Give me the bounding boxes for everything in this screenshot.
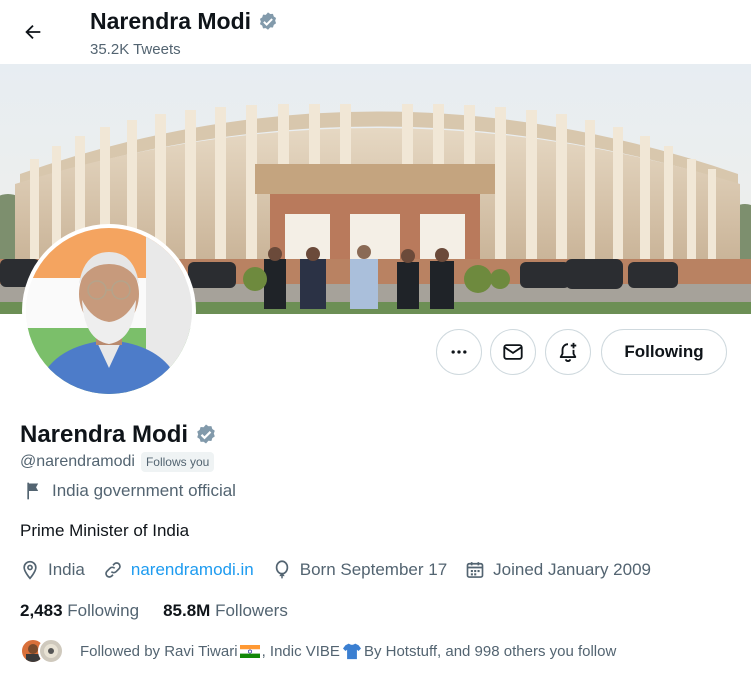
calendar-icon <box>466 562 484 578</box>
followers-count: 85.8M <box>163 601 211 620</box>
envelope-icon <box>503 344 523 360</box>
joined-text: Joined January 2009 <box>493 560 651 579</box>
header-name: Narendra Modi <box>90 8 252 34</box>
message-button[interactable] <box>490 329 536 375</box>
back-button[interactable] <box>14 13 52 51</box>
profile-bio: Prime Minister of India <box>20 521 190 540</box>
following-button[interactable]: Following <box>601 329 727 375</box>
profile-handle: @narendramodi <box>20 453 135 470</box>
profile-name-row: Narendra Modi <box>20 421 218 449</box>
affiliation-label[interactable]: India government official <box>24 481 236 501</box>
followers-you-know-avatars <box>20 638 68 664</box>
header-name-row: Narendra Modi <box>90 8 279 35</box>
followed-by-text-end: By Hotstuff, and 998 others you follow <box>363 642 617 660</box>
location-pin-icon <box>23 560 37 580</box>
followers-stat[interactable]: 85.8M Followers <box>163 601 288 621</box>
following-stat[interactable]: 2,483 Following <box>20 601 139 621</box>
more-dots-icon <box>451 350 467 354</box>
birthday-text: Born September 17 <box>299 560 448 579</box>
arrow-left-icon <box>25 24 41 40</box>
header-tweet-count: 35.2K Tweets <box>90 41 181 58</box>
follows-you-badge: Follows you <box>140 452 215 472</box>
verified-badge-icon <box>259 11 277 30</box>
notifications-button[interactable] <box>545 329 591 375</box>
website-link[interactable]: narendramodi.in <box>131 560 254 580</box>
more-button[interactable] <box>436 329 482 375</box>
followed-by-row[interactable]: Followed by Ravi Tiwari , Indic VIBE By … <box>20 638 616 664</box>
affiliation-text: India government official <box>52 481 236 500</box>
location-text: India <box>48 560 85 579</box>
joined-item: Joined January 2009 <box>465 560 651 580</box>
location-item: India <box>20 560 85 580</box>
verified-badge-icon[interactable] <box>194 423 218 447</box>
flag-icon <box>27 482 39 500</box>
profile-avatar[interactable] <box>22 224 196 398</box>
follow-stats: 2,483 Following 85.8M Followers <box>20 601 288 621</box>
link-icon <box>105 562 121 578</box>
bell-plus-icon <box>559 342 577 362</box>
profile-meta: India narendramodi.in Born September 17 … <box>20 560 669 580</box>
followers-label: Followers <box>215 601 288 620</box>
balloon-icon <box>275 560 288 579</box>
profile-name: Narendra Modi <box>20 421 189 448</box>
india-flag-icon <box>239 644 260 658</box>
handle-row: @narendramodi Follows you <box>20 452 215 472</box>
followed-by-text-middle: , Indic VIBE <box>261 642 340 660</box>
birthday-item: Born September 17 <box>272 560 447 580</box>
following-label: Following <box>67 601 140 620</box>
tshirt-icon <box>342 643 361 660</box>
avatar <box>38 638 64 664</box>
following-count: 2,483 <box>20 601 63 620</box>
followed-by-text-start: Followed by Ravi Tiwari <box>80 642 238 660</box>
top-bar: Narendra Modi 35.2K Tweets <box>0 0 751 64</box>
website-item: narendramodi.in <box>103 560 254 580</box>
